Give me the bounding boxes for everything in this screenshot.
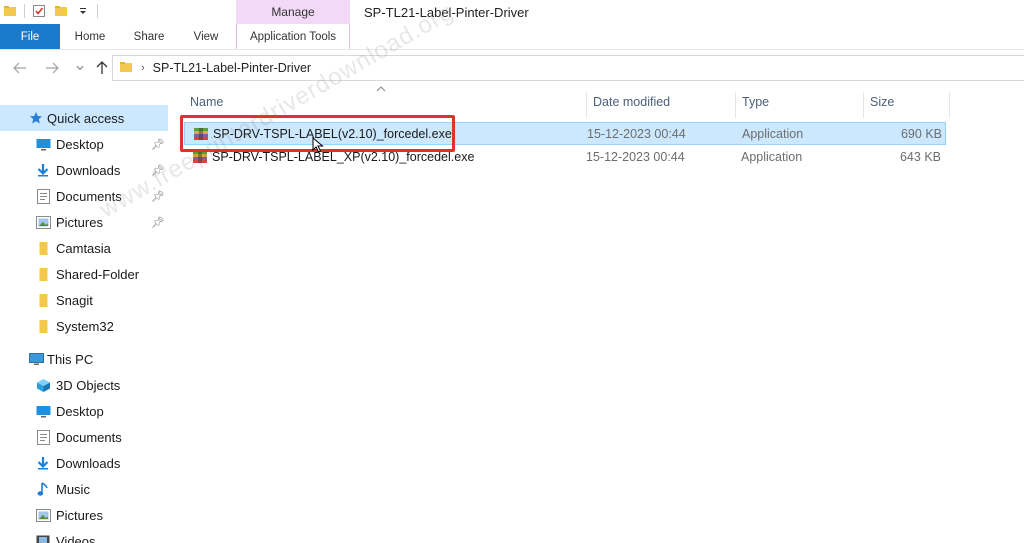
folder-icon <box>35 266 51 282</box>
videos-icon <box>35 533 51 543</box>
customize-toolbar-dropdown-icon[interactable] <box>75 3 91 19</box>
nav-label: Desktop <box>56 136 104 152</box>
downloads-icon <box>35 162 51 178</box>
quick-access-toolbar <box>0 3 98 19</box>
nav-label: Downloads <box>56 455 121 471</box>
sidebar-item-pc-documents[interactable]: Documents <box>0 424 170 450</box>
mouse-cursor-icon <box>312 136 324 153</box>
file-list-view: Name Date modified Type Size SP-DRV-TSPL… <box>176 84 1024 543</box>
computer-icon <box>28 351 44 367</box>
toolbar-divider <box>97 4 98 18</box>
file-date-modified: 15-12-2023 00:44 <box>586 150 685 164</box>
nav-label: Quick access <box>47 110 125 126</box>
sidebar-item-pc-pictures[interactable]: Pictures <box>0 502 170 528</box>
folder-icon <box>2 3 18 19</box>
file-type: Application <box>741 150 803 164</box>
folder-icon <box>35 292 51 308</box>
desktop-icon <box>35 403 51 419</box>
tab-share[interactable]: Share <box>120 24 178 49</box>
sidebar-item-videos[interactable]: Videos <box>0 528 170 543</box>
address-bar[interactable]: › SP-TL21-Label-Pinter-Driver <box>112 55 1024 81</box>
nav-label: Camtasia <box>56 240 111 256</box>
pictures-icon <box>35 214 51 230</box>
column-divider <box>949 92 950 118</box>
title-bar: Manage SP-TL21-Label-Pinter-Driver <box>0 0 1024 26</box>
sidebar-item-pc-downloads[interactable]: Downloads <box>0 450 170 476</box>
tab-file[interactable]: File <box>0 24 60 49</box>
desktop-icon <box>35 136 51 152</box>
up-arrow-icon[interactable] <box>92 58 112 78</box>
sidebar-item-pictures[interactable]: Pictures 📌︎ <box>0 209 170 235</box>
sidebar-item-music[interactable]: Music <box>0 476 170 502</box>
documents-icon <box>35 429 51 445</box>
back-arrow-icon[interactable] <box>10 58 30 78</box>
pictures-icon <box>35 507 51 523</box>
file-size: 690 KB <box>900 127 942 141</box>
folder-icon <box>35 240 51 256</box>
ribbon-tabs: File Home Share View Application Tools <box>0 24 1024 50</box>
music-icon <box>35 481 51 497</box>
tab-application-tools[interactable]: Application Tools <box>236 24 350 49</box>
nav-label: 3D Objects <box>56 377 121 393</box>
nav-label: This PC <box>47 351 94 367</box>
nav-label: Documents <box>56 429 122 445</box>
breadcrumb-chevron-icon[interactable]: › <box>141 62 145 74</box>
sidebar-item-system32[interactable]: System32 <box>0 313 170 339</box>
documents-icon <box>35 188 51 204</box>
folder-icon <box>119 60 133 77</box>
nav-quick-access[interactable]: Quick access <box>0 105 168 131</box>
recent-locations-chevron-icon[interactable] <box>70 58 90 78</box>
sidebar-item-3d-objects[interactable]: 3D Objects <box>0 372 170 398</box>
nav-label: Music <box>56 481 90 497</box>
3d-objects-icon <box>35 377 51 393</box>
tab-view[interactable]: View <box>178 24 234 49</box>
nav-label: Shared-Folder <box>56 266 140 282</box>
breadcrumb-item[interactable]: SP-TL21-Label-Pinter-Driver <box>153 61 311 75</box>
toolbar-divider <box>24 4 25 18</box>
column-header-type[interactable]: Type <box>735 92 863 118</box>
downloads-icon <box>35 455 51 471</box>
file-date-modified: 15-12-2023 00:44 <box>587 127 686 141</box>
file-name: SP-DRV-TSPL-LABEL_XP(v2.10)_forcedel.exe <box>212 150 475 164</box>
navigation-pane: Quick access Desktop 📌︎ Downloads 📌︎ Doc… <box>0 92 170 543</box>
file-size: 643 KB <box>899 150 941 164</box>
sidebar-item-shared-folder[interactable]: Shared-Folder <box>0 261 170 287</box>
nav-label: Pictures <box>56 214 103 230</box>
nav-this-pc[interactable]: This PC <box>0 346 170 372</box>
forward-arrow-icon[interactable] <box>42 58 62 78</box>
nav-label: Downloads <box>56 162 121 178</box>
star-icon <box>28 110 44 126</box>
nav-label: System32 <box>56 318 114 334</box>
sidebar-item-camtasia[interactable]: Camtasia <box>0 235 170 261</box>
folder-icon <box>35 318 51 334</box>
nav-label: Pictures <box>56 507 103 523</box>
new-folder-icon[interactable] <box>53 3 69 19</box>
sidebar-item-snagit[interactable]: Snagit <box>0 287 170 313</box>
navigation-bar: › SP-TL21-Label-Pinter-Driver <box>0 52 1024 84</box>
nav-label: Snagit <box>56 292 93 308</box>
pin-icon[interactable]: 📌︎ <box>151 138 165 151</box>
column-header-date-modified[interactable]: Date modified <box>586 92 736 118</box>
file-type: Application <box>742 127 804 141</box>
nav-label: Videos <box>56 533 96 543</box>
sidebar-item-desktop[interactable]: Desktop 📌︎ <box>0 131 170 157</box>
pin-icon[interactable]: 📌︎ <box>151 216 165 229</box>
sidebar-item-pc-desktop[interactable]: Desktop <box>0 398 170 424</box>
nav-label: Desktop <box>56 403 104 419</box>
properties-icon[interactable] <box>31 3 47 19</box>
column-header-size[interactable]: Size <box>863 92 949 118</box>
tab-home[interactable]: Home <box>60 24 120 49</box>
manage-context-tab[interactable]: Manage <box>236 0 350 24</box>
